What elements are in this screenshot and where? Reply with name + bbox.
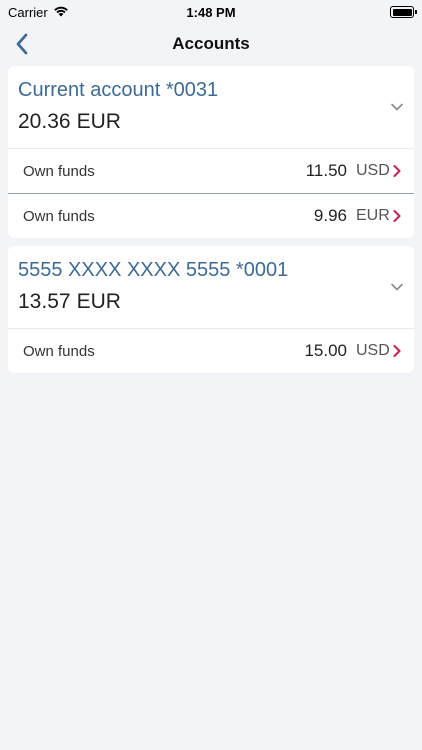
funds-label: Own funds [23,342,95,360]
account-header[interactable]: Current account *0031 20.36 EUR [8,66,414,148]
chevron-left-icon [16,33,28,55]
account-card: Current account *0031 20.36 EUR Own funds… [8,66,414,238]
funds-currency: USD [356,342,390,359]
page-title: Accounts [172,34,250,53]
chevron-right-icon [392,209,402,223]
account-name: Current account *0031 [18,79,219,101]
account-balance: 13.57 EUR [18,289,404,315]
funds-label: Own funds [23,207,95,225]
chevron-right-icon [392,344,402,358]
funds-amount: 9.96 [313,206,347,225]
chevron-down-icon[interactable] [390,100,404,114]
balance-amount: 20.36 [18,110,71,133]
account-header[interactable]: 5555 XXXX XXXX 5555 *0001 13.57 EUR [8,246,414,328]
nav-bar: Accounts [0,24,422,64]
balance-currency: EUR [76,290,121,313]
chevron-right-icon [392,164,402,178]
status-bar: Carrier 1:48 PM [0,0,422,24]
funds-amount: 15.00 [304,341,347,360]
funds-row[interactable]: Own funds 9.96 EUR [8,193,414,238]
chevron-down-icon[interactable] [390,280,404,294]
balance-amount: 13.57 [18,290,71,313]
battery-icon [390,6,417,18]
account-balance: 20.36 EUR [18,109,404,135]
funds-currency: USD [356,162,390,179]
balance-currency: EUR [76,110,121,133]
funds-row[interactable]: Own funds 15.00 USD [8,328,414,373]
funds-label: Own funds [23,162,95,180]
back-button[interactable] [8,28,36,60]
account-card: 5555 XXXX XXXX 5555 *0001 13.57 EUR Own f… [8,246,414,373]
funds-currency: EUR [356,207,390,224]
account-name: 5555 XXXX XXXX 5555 *0001 [18,259,289,281]
funds-row[interactable]: Own funds 11.50 USD [8,148,414,193]
funds-amount: 11.50 [305,161,347,180]
status-time: 1:48 PM [186,4,236,20]
